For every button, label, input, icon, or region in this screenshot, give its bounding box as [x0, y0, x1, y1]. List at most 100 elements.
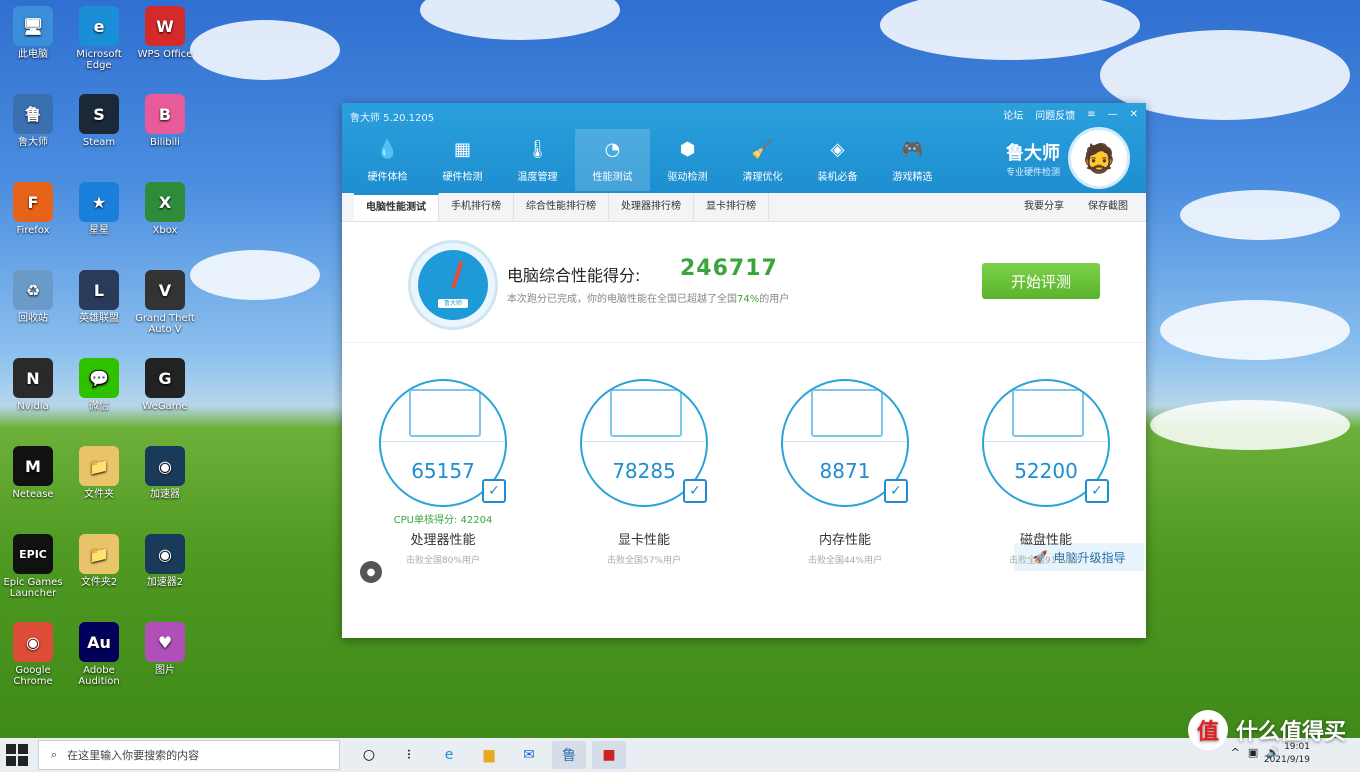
desktop-icon[interactable]: e Microsoft Edge	[66, 6, 132, 71]
checkbox-icon[interactable]: ✓	[482, 479, 506, 503]
component-title: 磁盘性能	[1019, 533, 1072, 548]
watermark-logo: 值	[1187, 710, 1228, 750]
desktop-icon[interactable]: ♥ 图片	[132, 622, 198, 676]
desktop-icon-label: 微信	[89, 401, 109, 412]
component-icon	[610, 389, 682, 437]
tab[interactable]: 电脑性能测试	[354, 193, 439, 221]
component-extra	[981, 511, 1111, 523]
desktop-icon[interactable]: EPIC Epic Games Launcher	[0, 534, 66, 599]
desktop-icon[interactable]: N Nvidia	[0, 358, 66, 412]
desktop-icon[interactable]: B Bilibili	[132, 94, 198, 148]
desktop-icon[interactable]: X Xbox	[132, 182, 198, 236]
checkbox-icon[interactable]: ✓	[884, 479, 908, 503]
gauge-label: 鲁大师	[438, 299, 468, 308]
component-rank: 击败全国57%用户	[606, 556, 681, 566]
score-card: 8871 ✓ 内存性能 击败全国44%用户	[780, 379, 910, 566]
tab[interactable]: 处理器排行榜	[609, 193, 694, 221]
app-icon: ◉	[145, 446, 185, 486]
nav-label: 性能测试	[592, 172, 633, 183]
desktop-icon[interactable]: V Grand Theft Auto V	[132, 270, 198, 335]
app-icon: V	[145, 270, 185, 310]
app-icon: W	[145, 6, 185, 46]
app-icon: ★	[79, 182, 119, 222]
save-screenshot-button[interactable]: 保存截图	[1088, 193, 1128, 221]
mail-icon[interactable]: ✉	[512, 741, 546, 769]
nav-label: 驱动检测	[667, 172, 708, 183]
app-icon: N	[13, 358, 53, 398]
edge-taskbar-icon[interactable]: e	[432, 741, 466, 769]
nav-icon: ◈	[830, 138, 845, 160]
app-icon: ◉	[145, 534, 185, 574]
tab[interactable]: 显卡排行榜	[694, 193, 769, 221]
main-nav: 💧 硬件体检 ▦ 硬件检测 🌡 温度管理 ◔ 性能测试 ⬢ 驱动检测 🧹 清理优化 ◈ 装机必备 🎮 游戏精选	[350, 129, 950, 191]
checkbox-icon[interactable]: ✓	[1085, 479, 1109, 503]
menu-icon[interactable]: ≡	[1087, 109, 1095, 120]
nav-item[interactable]: 🎮 游戏精选	[875, 129, 950, 191]
desktop-icon[interactable]: 💬 微信	[66, 358, 132, 412]
app-icon: M	[13, 446, 53, 486]
nav-item[interactable]: 🌡 温度管理	[500, 129, 575, 191]
desktop-icon[interactable]: 📁 文件夹2	[66, 534, 132, 588]
checkbox-icon[interactable]: ✓	[683, 479, 707, 503]
nav-label: 硬件体检	[367, 172, 408, 183]
desktop-icon[interactable]: ★ 星星	[66, 182, 132, 236]
desktop-icon-label: 鲁大师	[18, 137, 48, 148]
minimize-button[interactable]: —	[1108, 109, 1118, 120]
start-button[interactable]	[6, 744, 28, 766]
start-benchmark-button[interactable]: 开始评测	[982, 263, 1100, 299]
nav-label: 硬件检测	[442, 172, 483, 183]
desktop-icon-label: WeGame	[142, 401, 188, 412]
nav-icon: ▦	[453, 138, 471, 160]
nav-item[interactable]: 🧹 清理优化	[725, 129, 800, 191]
tab[interactable]: 手机排行榜	[439, 193, 514, 221]
tab[interactable]: 综合性能排行榜	[514, 193, 609, 221]
desktop-icon[interactable]: L 英雄联盟	[66, 270, 132, 324]
file-explorer-icon[interactable]: ▆	[472, 741, 506, 769]
forum-link[interactable]: 论坛	[1003, 107, 1023, 122]
ludashi-taskbar-icon[interactable]: 鲁	[552, 741, 586, 769]
desktop-icon[interactable]: 鲁鲁大师	[0, 94, 66, 148]
app-taskbar-icon[interactable]: ■	[592, 741, 626, 769]
desktop-icon[interactable]: S Steam	[66, 94, 132, 148]
desktop-icon-label: 图片	[155, 665, 175, 676]
component-extra	[579, 511, 709, 523]
desktop-icon[interactable]: ◉ 加速器	[132, 446, 198, 500]
nav-item[interactable]: 💧 硬件体检	[350, 129, 425, 191]
desktop-icon[interactable]: F Firefox	[0, 182, 66, 236]
desktop-icon[interactable]: ◉ Google Chrome	[0, 622, 66, 687]
task-view-icon[interactable]: ⁝	[392, 741, 426, 769]
desktop-icon[interactable]: Au Adobe Audition	[66, 622, 132, 687]
title-bar: 鲁大师 5.20.1205 论坛 问题反馈 ≡ — ✕ 💧 硬件体检 ▦ 硬件检测 🌡 温…	[342, 103, 1146, 193]
desktop-icon[interactable]: ◉ 加速器2	[132, 534, 198, 588]
score-percent: 74%	[737, 294, 760, 305]
close-button[interactable]: ✕	[1130, 109, 1138, 120]
score-card: 52200 ✓ 磁盘性能 击败全国91%用户	[981, 379, 1111, 566]
taskbar-search[interactable]: ⌕ 在这里输入你要搜索的内容	[38, 740, 340, 770]
desktop-icon-label: Adobe Audition	[78, 665, 120, 687]
desktop-icon[interactable]: ♻ 回收站	[0, 270, 66, 324]
desktop-icon-label: WPS Office	[137, 49, 193, 60]
nav-item[interactable]: ⬢ 驱动检测	[650, 129, 725, 191]
app-icon: ♥	[145, 622, 185, 662]
desktop-icon-label: 加速器	[150, 489, 180, 500]
desktop-icon[interactable]: W WPS Office	[132, 6, 198, 60]
nav-item[interactable]: ◈ 装机必备	[800, 129, 875, 191]
desktop-icon[interactable]: 📁 文件夹	[66, 446, 132, 500]
avatar[interactable]: 🧔	[1068, 127, 1130, 189]
cortana-icon[interactable]: ○	[352, 741, 386, 769]
search-icon: ⌕	[51, 748, 58, 761]
watermark: 值 什么值得买	[1187, 710, 1346, 750]
nav-item[interactable]: ◔ 性能测试	[575, 129, 650, 191]
desktop-icon[interactable]: M Netease	[0, 446, 66, 500]
share-button[interactable]: 我要分享	[1024, 193, 1064, 221]
desktop-icon-label: 星星	[89, 225, 109, 236]
speedometer-icon: 鲁大师	[408, 240, 498, 330]
nav-item[interactable]: ▦ 硬件检测	[425, 129, 500, 191]
app-icon: 📁	[79, 446, 119, 486]
desktop-icon[interactable]: 🖥 此电脑	[0, 6, 66, 60]
app-icon: e	[79, 6, 119, 46]
score-card: 78285 ✓ 显卡性能 击败全国57%用户	[579, 379, 709, 566]
feedback-link[interactable]: 问题反馈	[1035, 107, 1075, 122]
desktop-icon-label: Steam	[82, 137, 116, 148]
desktop-icon[interactable]: G WeGame	[132, 358, 198, 412]
